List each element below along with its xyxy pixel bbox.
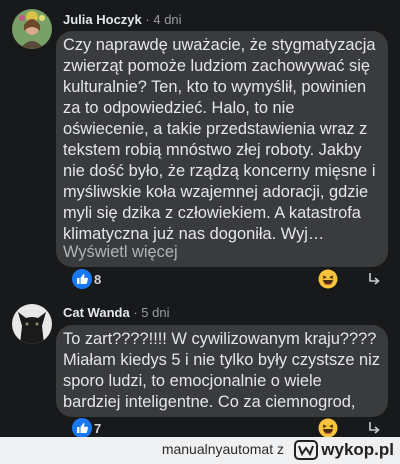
reply-arrow-icon[interactable] xyxy=(367,420,383,436)
like-count: 8 xyxy=(94,272,102,287)
haha-emoji-icon[interactable] xyxy=(318,418,338,438)
footer-username-text: manualnyautomat xyxy=(161,441,274,457)
comment-cat-wanda: Cat Wanda · 5 dni To zart????!!!! W cywi… xyxy=(0,300,400,439)
comment-text-line: zwierząt pomoże ludziom zachowywać się xyxy=(63,57,370,75)
comment-text-line: za to odpowiedzieć. Halo, to nie xyxy=(63,99,295,117)
comment-julia: Julia Hoczyk · 4 dni Czy naprawdę uważac… xyxy=(0,0,400,300)
separator-dot: · xyxy=(133,305,138,320)
comment-text-line: tekstem robią mnóstwo złej roboty. Jakby xyxy=(63,141,362,159)
timestamp[interactable]: 5 dni xyxy=(141,305,169,320)
comment-meta: Cat Wanda · 5 dni xyxy=(63,305,170,320)
comment-text-line: To zart????!!!! W cywilizowanym kraju???… xyxy=(63,330,377,348)
wykop-logo-icon xyxy=(294,440,319,460)
wykop-logo: wykop.pl xyxy=(294,439,394,461)
like-icon[interactable] xyxy=(72,418,92,438)
comment-meta: Julia Hoczyk · 4 dni xyxy=(63,12,182,27)
comment-text-line: bardziej inteligentne. Co za ciemnogrod, xyxy=(63,393,356,411)
watermark-bar: manualnyautomat z wykop.pl xyxy=(0,437,400,464)
comment-text-line: nie dość było, że rządzą koncerny mięsne… xyxy=(63,162,376,180)
separator-dot: · xyxy=(145,12,150,27)
wykop-site-name: wykop.pl xyxy=(321,440,394,459)
avatar[interactable] xyxy=(12,304,52,344)
reaction-bar: 7 xyxy=(0,417,400,439)
footer-conjunction: z xyxy=(277,441,284,457)
comment-text-line: Miałam kiedys 5 i nie tylko były czystsz… xyxy=(63,351,380,369)
haha-emoji-icon[interactable] xyxy=(318,269,338,289)
timestamp[interactable]: 4 dni xyxy=(153,12,181,27)
comment-text-line: Czy naprawdę uważacie, że stygmatyzacja xyxy=(63,36,376,54)
reply-arrow-icon[interactable] xyxy=(367,271,383,287)
comment-text-line: oświecenie, a takie przedstawienia wraz … xyxy=(63,120,368,138)
reaction-bar: 8 xyxy=(0,268,400,290)
author-name[interactable]: Cat Wanda xyxy=(63,305,130,320)
like-icon[interactable] xyxy=(72,269,92,289)
see-more-link[interactable]: Wyświetl więcej xyxy=(63,243,178,262)
like-count: 7 xyxy=(94,421,102,436)
comment-text-line: sporo ludzi, to emocjonalnie o wiele xyxy=(63,372,322,390)
footer-username: manualnyautomat z xyxy=(162,441,284,457)
comment-text-line: myli się dzika z człowiekiem. A katastro… xyxy=(63,204,361,222)
comment-text-line: myśliwskie koła wzajemnej adoracji, gdzi… xyxy=(63,183,369,201)
avatar[interactable] xyxy=(12,9,52,49)
author-name[interactable]: Julia Hoczyk xyxy=(63,12,142,27)
comment-text-line: kulturalnie? Ten, kto to wymyślił, powin… xyxy=(63,78,367,96)
